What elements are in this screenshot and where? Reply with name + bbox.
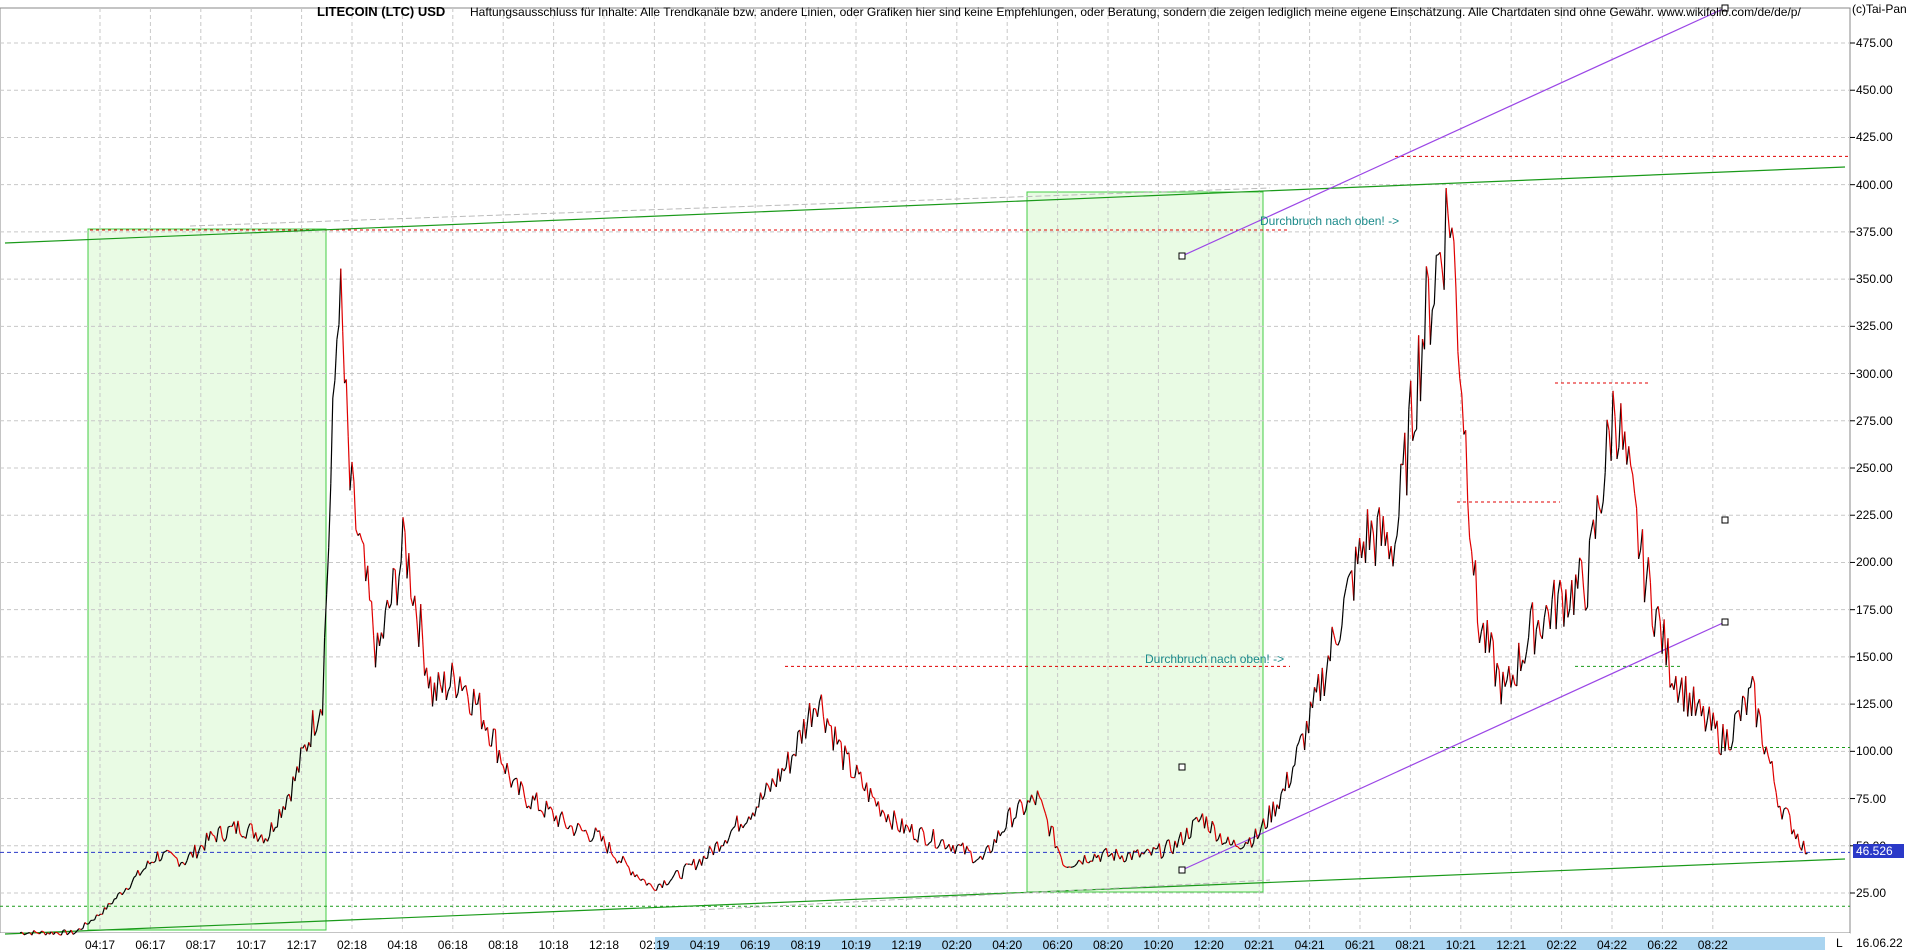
x-tick-label: 06:22 xyxy=(1647,938,1678,952)
y-tick-label: 75.00 xyxy=(1856,791,1887,806)
price-segment xyxy=(92,919,95,921)
x-tick-label: 04:19 xyxy=(689,938,720,952)
price-segment xyxy=(968,850,971,852)
y-tick-label: 300.00 xyxy=(1856,366,1893,381)
y-tick-label: 450.00 xyxy=(1856,83,1893,98)
x-tick-label: 12:19 xyxy=(891,938,922,952)
x-tick-label: 08:20 xyxy=(1093,938,1124,952)
x-tick-label: 02:18 xyxy=(337,938,368,952)
y-tick-label: 125.00 xyxy=(1856,697,1893,712)
price-segment xyxy=(1064,866,1068,868)
price-segment xyxy=(163,850,166,853)
price-segment xyxy=(78,928,82,931)
price-segment xyxy=(1436,254,1439,256)
highlight-box-2020 xyxy=(1026,191,1264,893)
y-tick-label: 175.00 xyxy=(1856,602,1893,617)
x-tick-label: 12:18 xyxy=(589,938,620,952)
log-scale-marker: L xyxy=(1836,936,1843,950)
chart-canvas xyxy=(0,4,1855,952)
x-tick-label: 10:20 xyxy=(1143,938,1174,952)
anchor-handle xyxy=(1721,516,1729,524)
y-tick-label: 200.00 xyxy=(1856,555,1893,570)
x-tick-label: 06:19 xyxy=(740,938,771,952)
x-tick-label: 12:20 xyxy=(1193,938,1224,952)
price-segment xyxy=(648,882,651,885)
annotation-breakout-upper: Durchbruch nach oben! -> xyxy=(1260,214,1400,228)
x-tick-label: 02:22 xyxy=(1546,938,1577,952)
x-tick-label: 06:21 xyxy=(1345,938,1376,952)
x-tick-label: 08:17 xyxy=(185,938,216,952)
anchor-handle xyxy=(1178,866,1186,874)
chart-title: LITECOIN (LTC) USD xyxy=(317,4,446,19)
price-segment xyxy=(475,703,478,706)
anchor-handle xyxy=(1178,252,1186,260)
price-segment xyxy=(228,825,231,828)
price-segment xyxy=(80,928,84,931)
y-tick-label: 275.00 xyxy=(1856,413,1893,428)
price-segment xyxy=(114,897,117,900)
price-segment xyxy=(829,724,832,727)
y-tick-label: 100.00 xyxy=(1856,744,1893,759)
y-tick-label: 350.00 xyxy=(1856,272,1893,287)
price-segment xyxy=(589,840,592,843)
price-segment xyxy=(249,823,252,825)
x-tick-label: 06:18 xyxy=(437,938,468,952)
x-tick-label: 08:21 xyxy=(1395,938,1426,952)
x-tick-label: 04:21 xyxy=(1294,938,1325,952)
x-tick-label: 04:20 xyxy=(992,938,1023,952)
x-tick-label: 02:19 xyxy=(639,938,670,952)
price-segment xyxy=(666,883,669,886)
y-tick-label: 150.00 xyxy=(1856,649,1893,664)
chart: LITECOIN (LTC) USD Haftungsausschluss fü… xyxy=(0,0,1912,952)
x-tick-label: 06:20 xyxy=(1042,938,1073,952)
x-tick-label: 04:22 xyxy=(1597,938,1628,952)
price-segment xyxy=(972,861,975,864)
y-tick-label: 400.00 xyxy=(1856,177,1893,192)
y-tick-label: 250.00 xyxy=(1856,461,1893,475)
end-date-label: 16.06.22 xyxy=(1856,936,1903,950)
x-tick-label: 02:20 xyxy=(941,938,972,952)
x-tick-label: 10:21 xyxy=(1445,938,1476,952)
last-price-badge: 46.526 xyxy=(1853,844,1904,858)
price-segment xyxy=(23,933,27,936)
y-tick-label: 325.00 xyxy=(1856,319,1893,334)
x-tick-label: 10:18 xyxy=(538,938,569,952)
x-tick-label: 10:17 xyxy=(236,938,267,952)
x-tick-label: 10:19 xyxy=(841,938,872,952)
y-tick-label: 375.00 xyxy=(1856,224,1893,239)
price-segment xyxy=(1066,866,1070,868)
x-tick-label: 04:18 xyxy=(387,938,418,952)
disclaimer-text: Haftungsausschluss für Inhalte: Alle Tre… xyxy=(470,5,1801,19)
x-tick-label: 04:17 xyxy=(85,938,116,952)
y-tick-label: 225.00 xyxy=(1856,508,1893,523)
x-tick-label: 08:18 xyxy=(488,938,519,952)
x-tick-label: 12:17 xyxy=(286,938,317,952)
x-tick-label: 06:17 xyxy=(135,938,166,952)
price-segment xyxy=(1123,860,1127,863)
x-tick-label: 08:22 xyxy=(1697,938,1728,952)
price-segment xyxy=(581,829,584,832)
x-tick-label: 02:21 xyxy=(1244,938,1275,952)
price-segment xyxy=(493,728,496,730)
x-tick-label: 08:19 xyxy=(790,938,821,952)
annotation-breakout-lower: Durchbruch nach oben! -> xyxy=(1145,652,1285,666)
price-segment xyxy=(200,844,203,847)
price-segment xyxy=(108,902,111,905)
copyright-label: (c)Tai-Pan xyxy=(1852,2,1907,16)
price-segment xyxy=(1072,865,1076,868)
y-tick-label: 425.00 xyxy=(1856,130,1893,145)
price-segment xyxy=(41,930,44,933)
y-tick-label: 475.00 xyxy=(1856,36,1893,50)
price-segment xyxy=(1805,852,1808,855)
y-tick-label: 25.00 xyxy=(1856,886,1887,900)
x-tick-label: 12:21 xyxy=(1496,938,1527,952)
price-segment xyxy=(1748,687,1751,689)
anchor-handle xyxy=(1721,618,1729,626)
price-segment xyxy=(1239,847,1242,850)
highlight-box-2017 xyxy=(87,228,327,931)
anchor-handle xyxy=(1178,763,1186,771)
price-segment xyxy=(569,825,573,827)
